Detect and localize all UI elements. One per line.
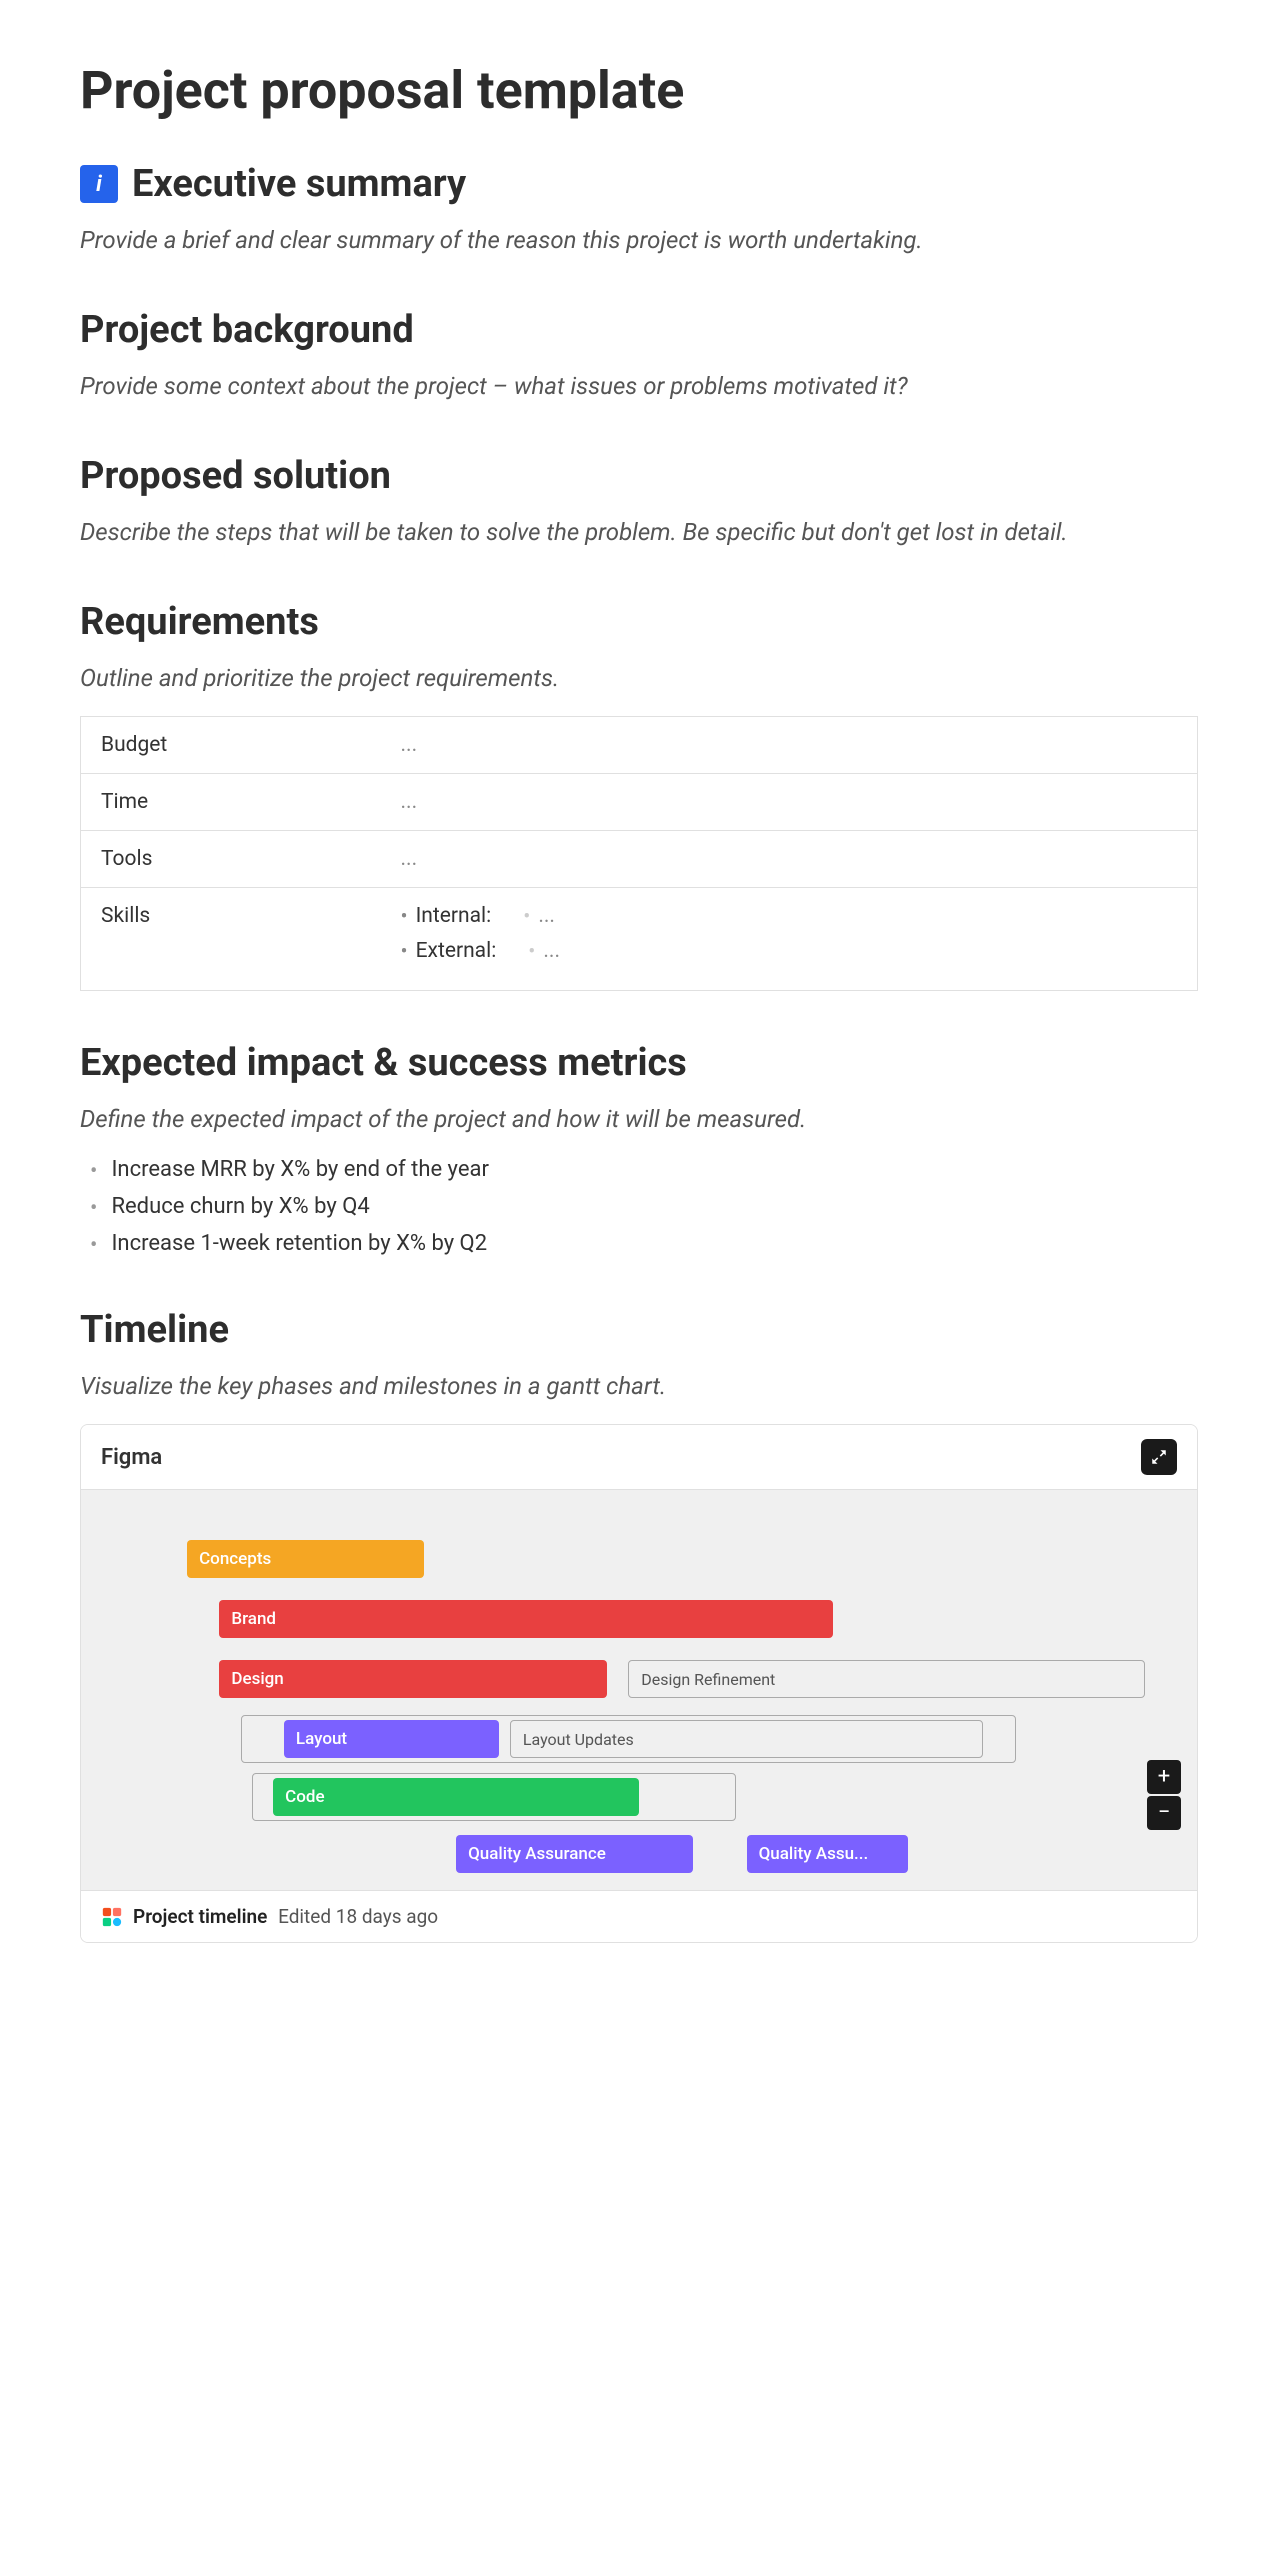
requirements-table: Budget ... Time ... Tools ... Skills Int… [80, 716, 1198, 991]
section-expected-impact: Expected impact & success metrics Define… [80, 1041, 1198, 1258]
gantt-code-container [252, 1773, 736, 1821]
proposed-solution-description: Describe the steps that will be taken to… [80, 514, 1198, 550]
expected-impact-heading: Expected impact & success metrics [80, 1041, 1198, 1085]
requirements-description: Outline and prioritize the project requi… [80, 660, 1198, 696]
impact-bullet-list: Increase MRR by X% by end of the year Red… [80, 1157, 1198, 1258]
executive-summary-description: Provide a brief and clear summary of the… [80, 222, 1198, 258]
table-row: Skills Internal: ... External: ... [81, 888, 1198, 991]
project-background-description: Provide some context about the project –… [80, 368, 1198, 404]
section-project-background: Project background Provide some context … [80, 308, 1198, 404]
gantt-bar-quality-assurance-2: Quality Assu... [747, 1835, 908, 1873]
figma-embed: Figma Concepts Brand Design Design Refineme… [80, 1424, 1198, 1943]
list-item: Reduce churn by X% by Q4 [90, 1194, 1198, 1221]
requirement-value: ... [381, 831, 1198, 888]
timeline-description: Visualize the key phases and milestones … [80, 1368, 1198, 1404]
requirement-label: Budget [81, 717, 381, 774]
figma-footer: Project timeline Edited 18 days ago [81, 1890, 1197, 1942]
requirement-label: Time [81, 774, 381, 831]
requirements-heading: Requirements [80, 600, 1198, 644]
expand-icon [1150, 1448, 1168, 1466]
gantt-bar-design-refinement: Design Refinement [628, 1660, 1144, 1698]
table-row: Time ... [81, 774, 1198, 831]
figma-content: ConceptsBrandDesignDesign RefinementLayo… [81, 1490, 1197, 1890]
requirement-value: ... [381, 717, 1198, 774]
figma-footer-meta: Edited 18 days ago [278, 1905, 438, 1928]
gantt-bar-design: Design [219, 1660, 606, 1698]
section-timeline: Timeline Visualize the key phases and mi… [80, 1308, 1198, 1943]
requirement-label: Skills [81, 888, 381, 991]
section-requirements: Requirements Outline and prioritize the … [80, 600, 1198, 991]
gantt-chart: ConceptsBrandDesignDesign RefinementLayo… [101, 1520, 1177, 1860]
figma-footer-title: Project timeline [133, 1905, 267, 1928]
figma-footer-text: Project timeline Edited 18 days ago [133, 1905, 438, 1928]
gantt-bar-brand: Brand [219, 1600, 832, 1638]
figma-title: Figma [101, 1445, 162, 1470]
list-item: Increase 1-week retention by X% by Q2 [90, 1231, 1198, 1258]
page-title: Project proposal template [80, 60, 1198, 122]
requirement-label: Tools [81, 831, 381, 888]
info-icon: i [80, 165, 118, 203]
gantt-layout-container [241, 1715, 1016, 1763]
project-background-heading: Project background [80, 308, 1198, 352]
zoom-controls: + − [1147, 1760, 1181, 1830]
section-proposed-solution: Proposed solution Describe the steps tha… [80, 454, 1198, 550]
figma-footer-icon [101, 1906, 123, 1928]
timeline-heading: Timeline [80, 1308, 1198, 1352]
section-executive-summary: i Executive summary Provide a brief and … [80, 162, 1198, 258]
expected-impact-description: Define the expected impact of the projec… [80, 1101, 1198, 1137]
figma-expand-button[interactable] [1141, 1439, 1177, 1475]
executive-summary-heading: i Executive summary [80, 162, 1198, 206]
figma-header: Figma [81, 1425, 1197, 1490]
list-item: Increase MRR by X% by end of the year [90, 1157, 1198, 1184]
proposed-solution-heading: Proposed solution [80, 454, 1198, 498]
table-row: Tools ... [81, 831, 1198, 888]
gantt-bar-concepts: Concepts [187, 1540, 424, 1578]
requirement-skills-value: Internal: ... External: ... [381, 888, 1198, 991]
zoom-out-button[interactable]: − [1147, 1796, 1181, 1830]
gantt-bar-quality-assurance: Quality Assurance [456, 1835, 693, 1873]
table-row: Budget ... [81, 717, 1198, 774]
executive-summary-title: Executive summary [132, 162, 466, 206]
zoom-in-button[interactable]: + [1147, 1760, 1181, 1794]
requirement-value: ... [381, 774, 1198, 831]
